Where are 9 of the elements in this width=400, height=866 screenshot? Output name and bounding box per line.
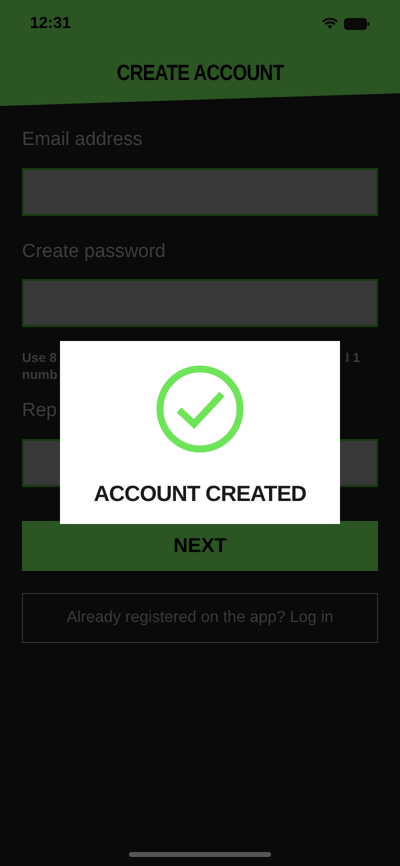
dialog-message: ACCOUNT CREATED [94,480,306,508]
next-button[interactable]: NEXT [22,520,378,570]
check-circle-icon [156,365,244,453]
wifi-icon [322,18,338,30]
input-field[interactable] [22,279,378,327]
page-title: CREATE ACCOUNT [116,59,284,87]
status-time: 12:31 [30,14,71,34]
input-field[interactable] [22,168,378,216]
battery-icon [344,18,370,30]
